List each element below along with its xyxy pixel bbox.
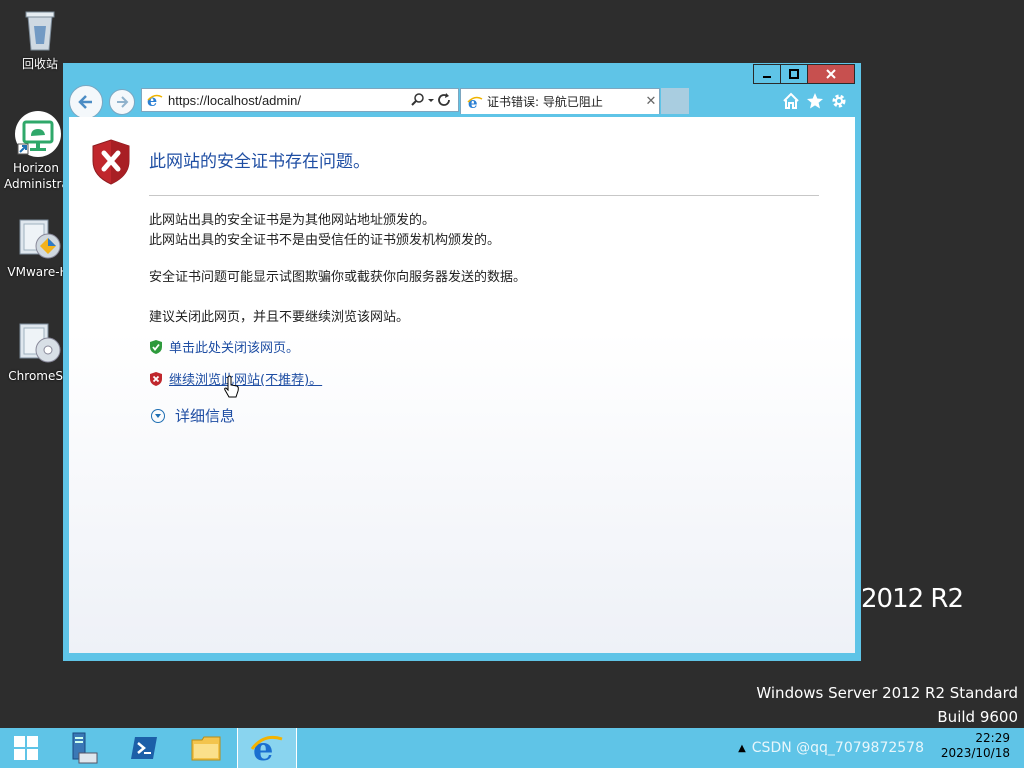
- window-controls: [753, 64, 855, 84]
- os-name: Windows Server 2012 R2 Standard: [756, 684, 1018, 702]
- clock-time: 22:29: [975, 731, 1010, 745]
- powershell-icon: [131, 737, 157, 759]
- warning-line-1: 此网站出具的安全证书是为其他网站地址颁发的。: [149, 213, 436, 228]
- folder-icon: [191, 736, 221, 761]
- forward-button[interactable]: [109, 89, 135, 115]
- refresh-icon[interactable]: [436, 92, 454, 108]
- warning-line-4: 建议关闭此网页，并且不要继续浏览该网站。: [149, 310, 410, 325]
- page-title: 此网站的安全证书存在问题。: [149, 152, 370, 172]
- back-arrow-icon: [78, 95, 92, 109]
- taskbar-file-explorer[interactable]: [178, 728, 234, 768]
- tab-certificate-error[interactable]: e 证书错误: 导航已阻止 ✕: [460, 88, 660, 114]
- settings-button[interactable]: [827, 91, 851, 111]
- taskbar-internet-explorer[interactable]: e: [237, 728, 297, 768]
- maximize-button[interactable]: [780, 64, 808, 84]
- close-window-button[interactable]: [807, 64, 855, 84]
- taskbar-powershell[interactable]: [118, 728, 170, 768]
- server-manager-icon: [72, 732, 98, 764]
- os-edition-partial: 2012 R2: [861, 584, 964, 614]
- show-hidden-icons[interactable]: ▲: [738, 743, 746, 754]
- close-page-row: 单击此处关闭该网页。: [149, 337, 299, 356]
- close-tab-icon[interactable]: ✕: [643, 94, 659, 109]
- clock-date: 2023/10/18: [940, 746, 1010, 760]
- installer-disc-icon: [14, 318, 62, 366]
- maximize-icon: [789, 69, 799, 79]
- warning-line-3: 安全证书问题可能显示试图欺骗你或截获你向服务器发送的数据。: [149, 270, 527, 285]
- toolbar-icons: [779, 91, 851, 111]
- error-shield-icon: [92, 139, 130, 185]
- tab-title: 证书错误: 导航已阻止: [487, 95, 603, 109]
- minimize-button[interactable]: [753, 64, 781, 84]
- continue-to-site-link[interactable]: 继续浏览此网站(不推荐)。: [169, 369, 322, 388]
- installer-box-icon: [14, 214, 62, 262]
- svg-text:e: e: [468, 94, 478, 110]
- back-button[interactable]: [69, 85, 103, 119]
- desktop-icon-label: Horizon Administra: [4, 161, 68, 191]
- minimize-icon: [763, 76, 771, 78]
- favorites-button[interactable]: [803, 91, 827, 111]
- address-url[interactable]: https://localhost/admin/: [168, 93, 410, 108]
- ie-tab-icon: e: [467, 94, 483, 110]
- new-tab-button[interactable]: [661, 88, 689, 114]
- clock[interactable]: 22:29 2023/10/18: [941, 731, 1010, 761]
- start-button[interactable]: [0, 728, 52, 768]
- hand-cursor-icon: [224, 375, 239, 398]
- os-build: Build 9600: [937, 708, 1018, 726]
- navigation-bar: e https://localhost/admin/ e 证书错误: 导航已阻止…: [69, 85, 855, 119]
- system-tray: ▲ CSDN @qq_7079872578: [738, 728, 924, 768]
- tray-overlay-text: CSDN @qq_7079872578: [751, 740, 924, 756]
- internet-explorer-icon: e: [250, 731, 283, 765]
- forward-arrow-icon: [117, 96, 129, 108]
- search-icon[interactable]: [410, 92, 426, 108]
- ie-window: e https://localhost/admin/ e 证书错误: 导航已阻止…: [63, 63, 861, 661]
- home-button[interactable]: [779, 91, 803, 111]
- ie-page-icon: e: [147, 91, 163, 109]
- page-content: 此网站的安全证书存在问题。 此网站出具的安全证书是为其他网站地址颁发的。 此网站…: [69, 117, 855, 653]
- windows-logo-icon: [14, 736, 38, 760]
- horizon-monitor-icon: [14, 110, 62, 158]
- divider: [149, 195, 819, 196]
- taskbar: e ▲ CSDN @qq_7079872578 22:29 2023/10/18: [0, 728, 1024, 768]
- green-shield-icon: [150, 339, 162, 354]
- gear-icon: [832, 94, 846, 108]
- star-icon: [807, 93, 823, 109]
- dropdown-icon[interactable]: [426, 92, 436, 108]
- chevron-down-icon: [151, 408, 165, 423]
- red-shield-icon: [150, 371, 162, 386]
- more-information-toggle[interactable]: 详细信息: [151, 405, 235, 426]
- home-icon: [783, 92, 799, 109]
- address-bar[interactable]: e https://localhost/admin/: [141, 88, 459, 112]
- close-page-link[interactable]: 单击此处关闭该网页。: [169, 337, 299, 356]
- more-information-label: 详细信息: [175, 407, 236, 425]
- warning-line-2: 此网站出具的安全证书不是由受信任的证书颁发机构颁发的。: [149, 233, 501, 248]
- taskbar-server-manager[interactable]: [56, 728, 108, 768]
- close-icon: [826, 69, 836, 79]
- recycle-bin-icon: [16, 6, 64, 54]
